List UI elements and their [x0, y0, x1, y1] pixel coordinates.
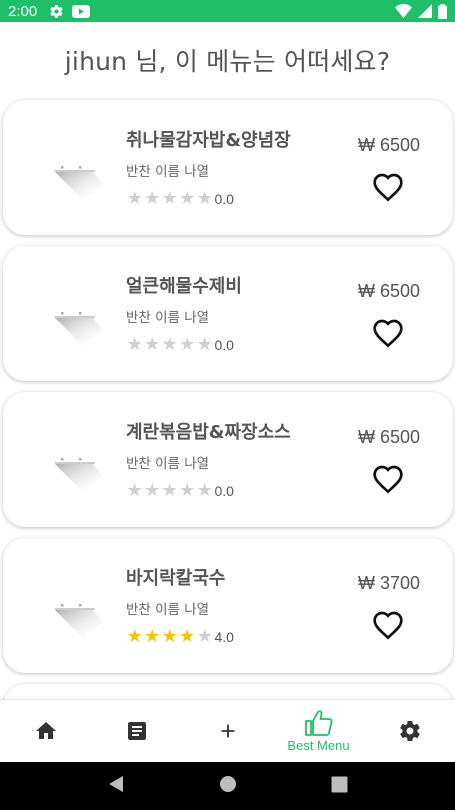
- home-icon: [35, 722, 56, 739]
- menu-name: 바지락칼국수: [126, 568, 226, 589]
- rating-value: 0.0: [214, 337, 234, 353]
- menu-card-partial[interactable]: [3, 684, 453, 700]
- recents-button[interactable]: [331, 776, 348, 797]
- thumbs-up-icon: [304, 710, 333, 736]
- menu-price: ₩ 6500: [357, 281, 420, 301]
- note-icon: [127, 722, 146, 740]
- nav-notes[interactable]: [91, 700, 182, 762]
- recents-square-icon: [331, 776, 348, 792]
- system-navigation-bar: [0, 762, 455, 810]
- nav-home[interactable]: [0, 700, 91, 762]
- menu-name: 취나물감자밥&양념장: [126, 130, 291, 151]
- star-icon: ★: [196, 626, 213, 647]
- menu-list[interactable]: 취나물감자밥&양념장 반찬 이름 나열 ★ ★ ★ ★ ★ 0.0 ₩ 6500…: [0, 96, 455, 700]
- star-icon: ★: [161, 334, 178, 355]
- menu-card[interactable]: 바지락칼국수 반찬 이름 나열 ★ ★ ★ ★ ★ 4.0 ₩ 3700: [3, 538, 453, 673]
- nav-add[interactable]: [182, 700, 273, 762]
- page-title: jihun 님, 이 메뉴는 어떠세요?: [64, 47, 391, 76]
- plus-icon: [221, 724, 234, 738]
- wifi-icon: [395, 4, 412, 18]
- star-icon: ★: [144, 188, 161, 209]
- star-icon: ★: [144, 626, 161, 647]
- menu-description: 반찬 이름 나열: [126, 602, 210, 618]
- youtube-icon: [72, 4, 91, 18]
- image-placeholder-icon: [55, 458, 103, 492]
- star-icon: ★: [161, 626, 178, 647]
- star-icon: ★: [196, 188, 213, 209]
- status-time: 2:00: [8, 2, 38, 20]
- nav-best-menu[interactable]: Best Menu: [273, 700, 364, 762]
- star-icon: ★: [179, 334, 196, 355]
- menu-name: 얼큰해물수제비: [126, 276, 242, 297]
- rating-stars: ★ ★ ★ ★ ★ 0.0: [126, 336, 234, 354]
- star-icon: ★: [126, 334, 143, 355]
- bottom-navigation: Best Menu: [0, 700, 455, 762]
- rating-value: 0.0: [214, 483, 234, 499]
- menu-card[interactable]: 계란볶음밥&짜장소스 반찬 이름 나열 ★ ★ ★ ★ ★ 0.0 ₩ 6500: [3, 392, 453, 527]
- battery-icon: [438, 3, 447, 19]
- star-icon: ★: [179, 480, 196, 501]
- star-icon: ★: [196, 480, 213, 501]
- star-icon: ★: [144, 480, 161, 501]
- star-icon: ★: [126, 480, 143, 501]
- favorite-heart-icon[interactable]: [372, 172, 404, 202]
- nav-settings[interactable]: [364, 700, 455, 762]
- signal-icon: [418, 4, 432, 18]
- settings-gear-icon: [49, 4, 64, 19]
- rating-value: 4.0: [214, 629, 234, 645]
- rating-stars: ★ ★ ★ ★ ★ 0.0: [126, 482, 234, 500]
- menu-price: ₩ 3700: [357, 573, 420, 593]
- gear-icon: [399, 721, 420, 742]
- menu-description: 반찬 이름 나열: [126, 456, 210, 472]
- image-placeholder-icon: [55, 312, 103, 346]
- favorite-heart-icon[interactable]: [372, 464, 404, 494]
- back-button[interactable]: [107, 775, 125, 797]
- rating-stars: ★ ★ ★ ★ ★ 4.0: [126, 628, 234, 646]
- favorite-heart-icon[interactable]: [372, 610, 404, 640]
- menu-price: ₩ 6500: [357, 427, 420, 447]
- menu-card[interactable]: 얼큰해물수제비 반찬 이름 나열 ★ ★ ★ ★ ★ 0.0 ₩ 6500: [3, 246, 453, 381]
- menu-price: ₩ 6500: [357, 135, 420, 155]
- favorite-heart-icon[interactable]: [372, 318, 404, 348]
- home-circle-icon: [220, 776, 236, 792]
- menu-name: 계란볶음밥&짜장소스: [126, 422, 291, 443]
- nav-best-menu-label: Best Menu: [287, 738, 350, 753]
- star-icon: ★: [179, 188, 196, 209]
- star-icon: ★: [196, 334, 213, 355]
- menu-card[interactable]: 취나물감자밥&양념장 반찬 이름 나열 ★ ★ ★ ★ ★ 0.0 ₩ 6500: [3, 100, 453, 235]
- star-icon: ★: [179, 626, 196, 647]
- star-icon: ★: [126, 188, 143, 209]
- image-placeholder-icon: [55, 166, 103, 200]
- back-triangle-icon: [109, 776, 123, 792]
- menu-description: 반찬 이름 나열: [126, 164, 210, 180]
- status-bar: 2:00: [0, 0, 455, 22]
- star-icon: ★: [161, 188, 178, 209]
- image-placeholder-icon: [55, 604, 103, 638]
- rating-value: 0.0: [214, 191, 234, 207]
- home-button[interactable]: [219, 775, 237, 797]
- menu-description: 반찬 이름 나열: [126, 310, 210, 326]
- star-icon: ★: [161, 480, 178, 501]
- rating-stars: ★ ★ ★ ★ ★ 0.0: [126, 190, 234, 208]
- star-icon: ★: [126, 626, 143, 647]
- star-icon: ★: [144, 334, 161, 355]
